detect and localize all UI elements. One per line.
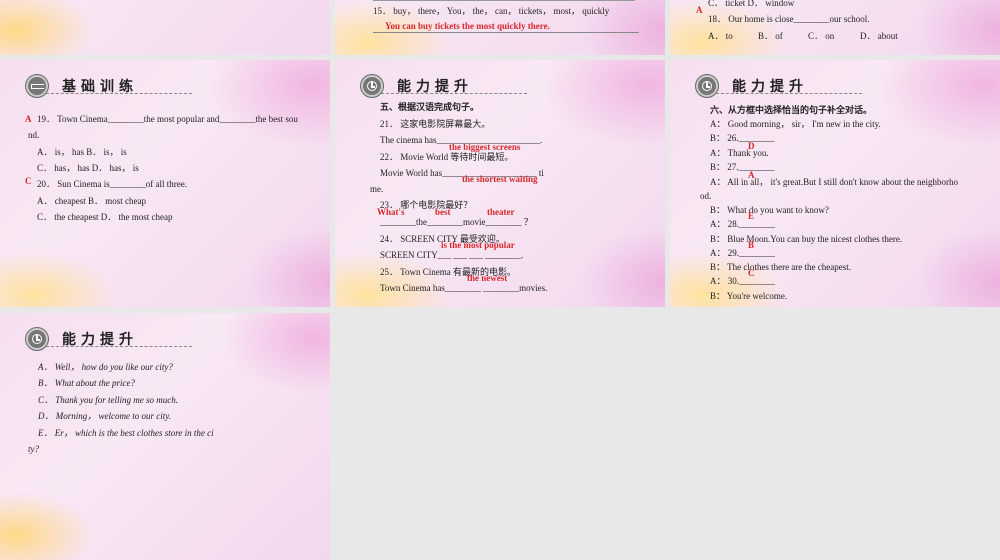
answer-17: A [696, 5, 703, 15]
question-24-line: SCREEN CITY___ ___ ___ ________. [380, 250, 524, 260]
option-c: C． on [808, 31, 835, 41]
option-line: A． Well， how do you like our city? [38, 362, 173, 372]
question-19-cont: nd. [28, 130, 40, 140]
question-15: 15． buy， there， You， the， can， tickets， … [373, 6, 610, 16]
slide-thumbnail-7[interactable]: 能力提升 A． Well， how do you like our city? … [0, 313, 330, 560]
dialogue-line: A： Thank you. [710, 148, 769, 158]
option-line: C． Thank you for telling me so much. [38, 395, 178, 405]
slide-thumbnail-5[interactable]: 能力提升 五、根据汉语完成句子。 21． 这家电影院屏幕最大。 The cine… [335, 60, 665, 307]
option-line: E． Er， which is the best clothes store i… [38, 428, 214, 438]
question-20: 20． Sun Cinema is________of all three. [37, 179, 187, 189]
dialogue-line: B： What do you want to know? [710, 205, 829, 215]
dialogue-line: B： 27.________ [710, 162, 775, 172]
dialogue-line: A： All in all， it's great.But I still do… [710, 177, 958, 187]
answer-20: C [25, 176, 32, 186]
slide-thumbnail-3[interactable]: A C． ticket D． window 18． Our home is cl… [670, 0, 1000, 55]
dialogue-line: B： Blue Moon.You can buy the nicest clot… [710, 234, 903, 244]
answer-22: the shortest waiting [462, 174, 538, 184]
question-20-options-2: C． the cheapest D． the most cheap [37, 212, 173, 222]
question-17-options: C． ticket D． window [708, 0, 795, 8]
option-line: ty? [28, 444, 39, 454]
clock-icon [696, 75, 718, 97]
question-20-options-1: A． cheapest B． most cheap [37, 196, 146, 206]
dialogue-line: B： The clothes there are the cheapest. [710, 262, 852, 272]
title-underline [381, 93, 527, 94]
answer-line [373, 32, 639, 33]
answer-15: You can buy tickets the most quickly the… [385, 21, 550, 31]
title-underline [46, 93, 192, 94]
answer-19: A [25, 114, 32, 124]
slide-thumbnail-4[interactable]: 基础训练 A 19． Town Cinema________the most p… [0, 60, 330, 307]
slide-thumbnail-2[interactable]: 15． buy， there， You， the， can， tickets， … [335, 0, 665, 55]
question-19-options-2: C． has， has D． has， is [37, 163, 139, 173]
dialogue-line: B： You're welcome. [710, 291, 788, 301]
dialogue-line: B： 26.________ [710, 133, 775, 143]
dialogue-line: A： Good morning， sir， I'm new in the cit… [710, 119, 881, 129]
option-b: B． of [758, 31, 783, 41]
title-underline [716, 93, 862, 94]
option-line: D． Morning， welcome to our city. [38, 411, 171, 421]
question-22: 22． Movie World 等待时间最短。 [380, 152, 514, 162]
option-a: A． to [708, 31, 733, 41]
instruction: 六、从方框中选择恰当的句子补全对话。 [710, 105, 873, 115]
dialogue-line: A： 30.________ [710, 276, 775, 286]
question-21: 21． 这家电影院屏幕最大。 [380, 119, 491, 129]
dialogue-line: od. [700, 191, 712, 201]
question-19: 19． Town Cinema________the most popular … [37, 114, 298, 124]
dialogue-line: A： 28.________ [710, 219, 775, 229]
clock-icon [361, 75, 383, 97]
question-19-options-1: A． is， has B． is， is [37, 147, 127, 157]
dialogue-line: A： 29.________ [710, 248, 775, 258]
slide-thumbnail-1[interactable] [0, 0, 330, 55]
divider [373, 0, 635, 1]
question-25-line: Town Cinema has________ ________movies. [380, 283, 548, 293]
slide-thumbnail-6[interactable]: 能力提升 六、从方框中选择恰当的句子补全对话。 A： Good morning，… [670, 60, 1000, 307]
pencil-icon [26, 75, 48, 97]
option-d: D． about [860, 31, 898, 41]
option-line: B． What about the price? [38, 378, 135, 388]
title-underline [46, 346, 192, 347]
clock-icon [26, 328, 48, 350]
question-18: 18． Our home is close________our school. [708, 14, 870, 24]
instruction: 五、根据汉语完成句子。 [380, 102, 480, 112]
question-22-cont: me. [370, 184, 384, 194]
question-23-line: ________the________movie________ ？ [380, 217, 533, 227]
